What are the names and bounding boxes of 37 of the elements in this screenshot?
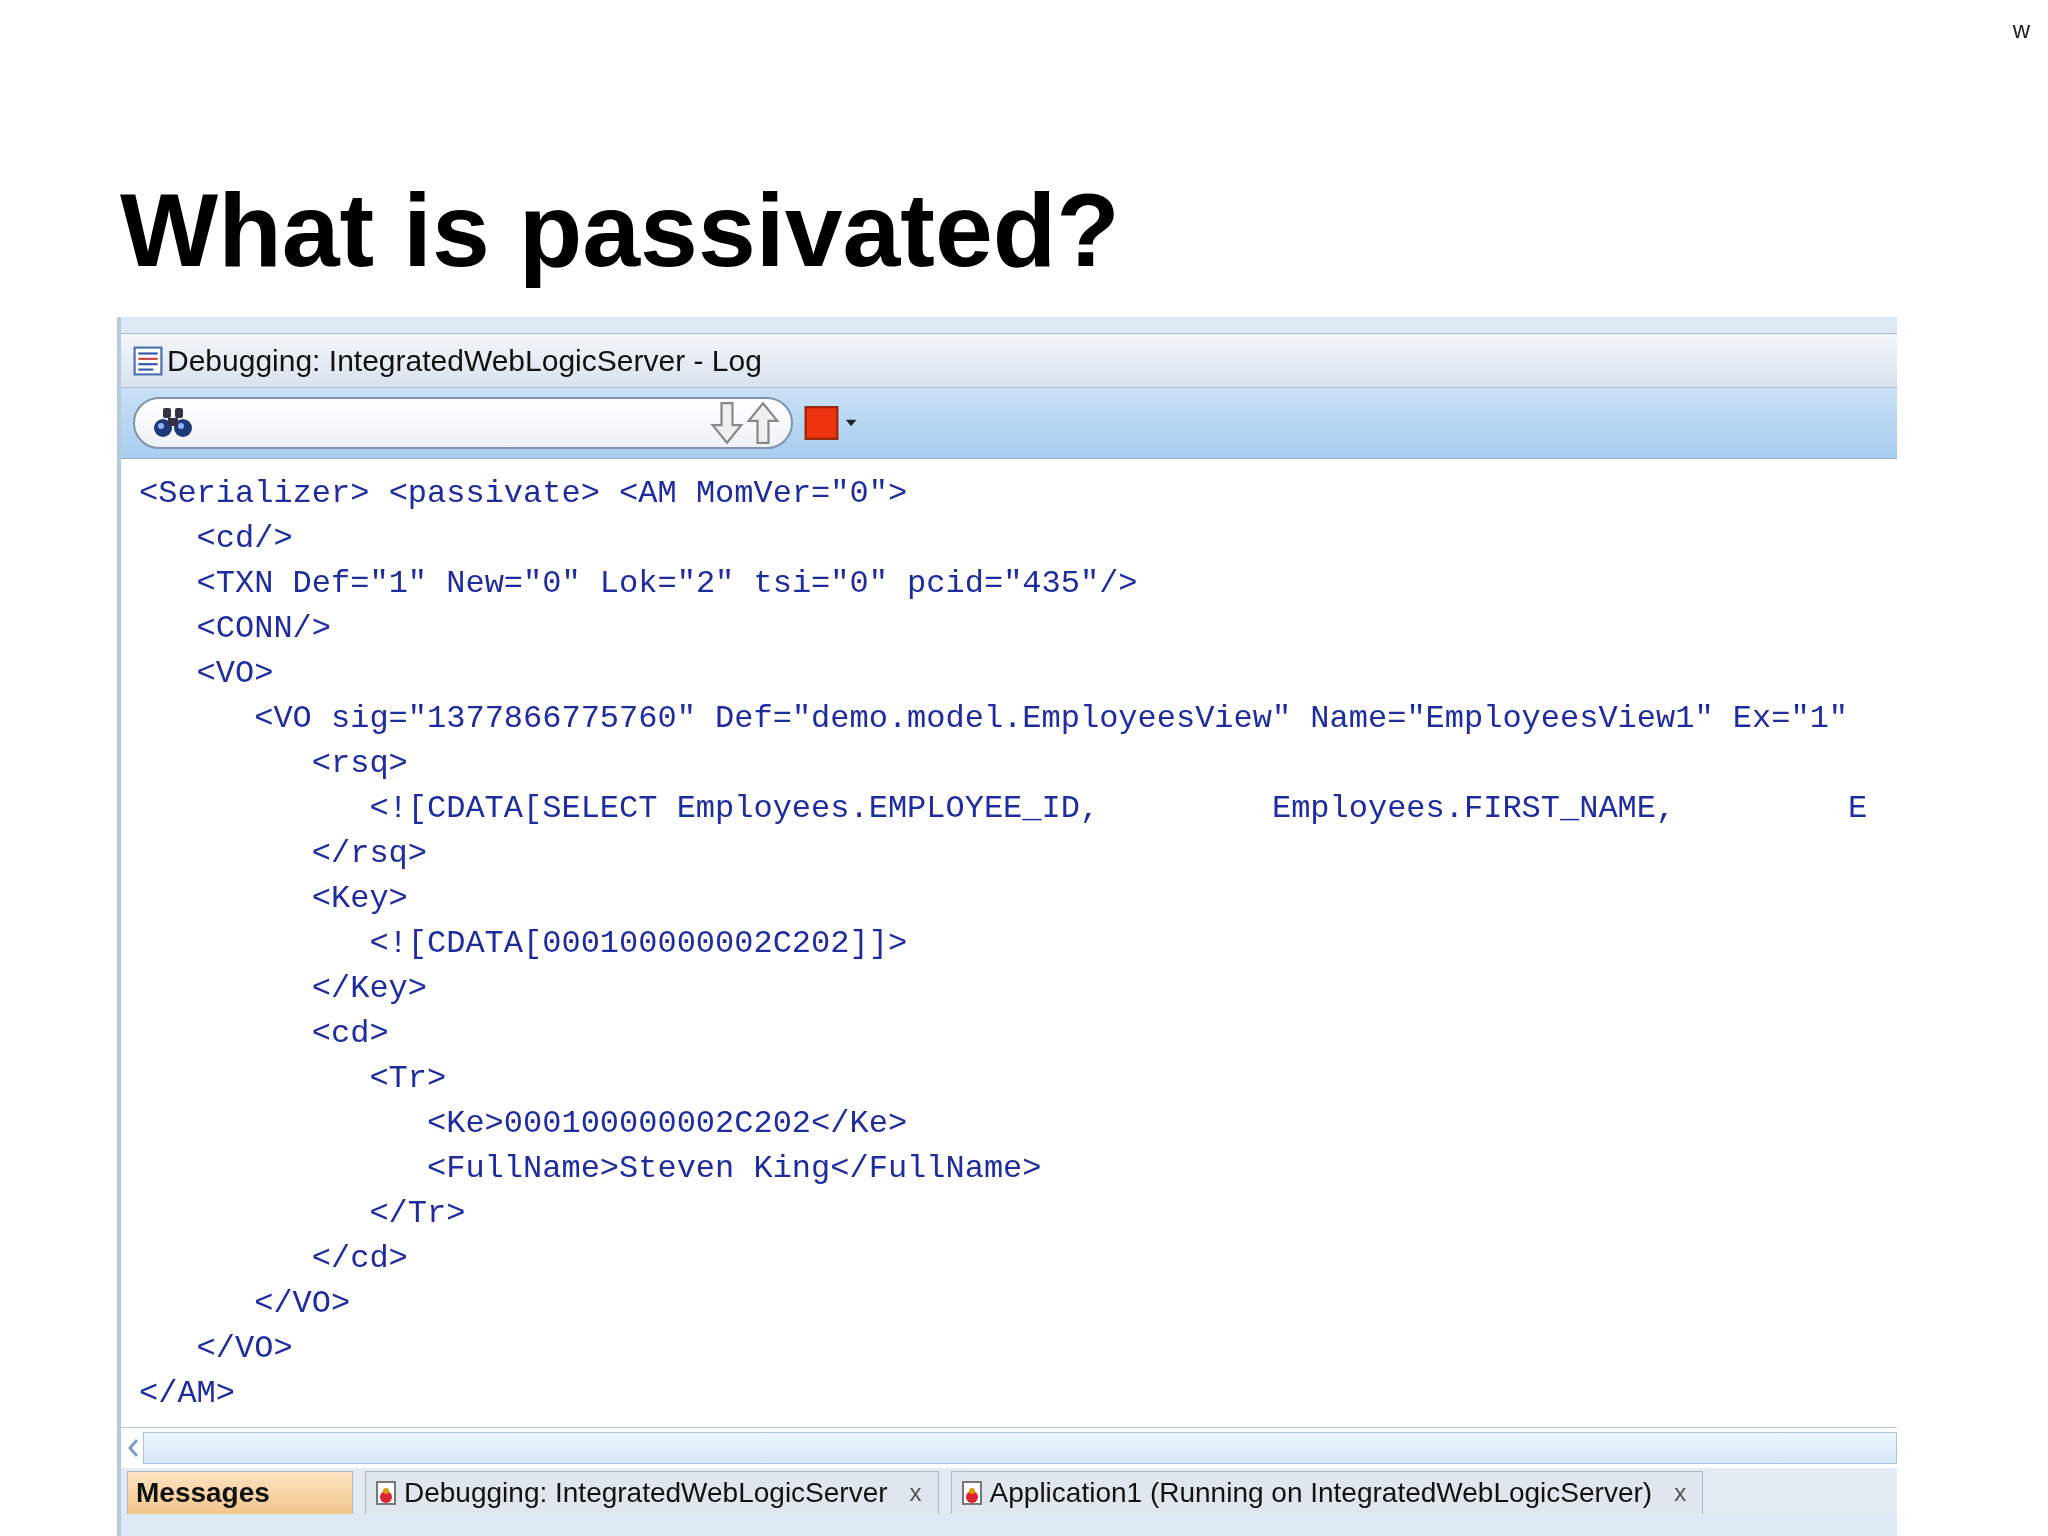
window-title: Debugging: IntegratedWebLogicServer - Log xyxy=(167,343,762,378)
code-line: </cd> xyxy=(311,1240,408,1277)
stop-button[interactable] xyxy=(803,405,859,441)
code-line: </VO> xyxy=(254,1285,351,1322)
horizontal-scrollbar[interactable] xyxy=(121,1427,1897,1468)
code-line: <cd/> xyxy=(196,520,293,557)
up-arrow-icon[interactable] xyxy=(745,401,781,445)
log-list-icon xyxy=(133,345,163,376)
binoculars-icon[interactable] xyxy=(153,406,193,440)
scroll-left-icon[interactable] xyxy=(127,1438,139,1458)
code-line: <![CDATA[000100000002C202]]> xyxy=(369,925,908,962)
code-line: <Ke>000100000002C202</Ke> xyxy=(427,1105,908,1142)
corner-mark: w xyxy=(2012,16,2030,44)
close-tab-button[interactable]: x xyxy=(1674,1479,1687,1507)
code-line: <cd> xyxy=(311,1015,389,1052)
panel-tab[interactable]: Debugging: IntegratedWebLogicServer x xyxy=(365,1471,939,1514)
panel-tab[interactable]: Messages xyxy=(127,1471,353,1514)
code-line: <Key> xyxy=(311,880,408,917)
code-line: <rsq> xyxy=(311,745,408,782)
code-line: <Tr> xyxy=(369,1060,447,1097)
code-line: <VO> xyxy=(196,655,274,692)
down-arrow-icon[interactable] xyxy=(709,401,745,445)
code-line: <![CDATA[SELECT Employees.EMPLOYEE_ID, Employees.FIRST_NAME, E xyxy=(369,790,1868,827)
code-line: <CONN/> xyxy=(196,610,331,647)
code-line: </rsq> xyxy=(311,835,427,872)
search-field[interactable] xyxy=(133,397,793,449)
slide-title: What is passivated? xyxy=(120,171,1120,290)
code-line: <VO sig="1377866775760" Def="demo.model.EmployeesView" Name="EmployeesView1" Ex="1" xyxy=(254,700,1849,737)
code-line: <TXN Def="1" New="0" Lok="2" tsi="0" pcid="435"/> xyxy=(196,565,1138,602)
code-line: <FullName>Steven King</FullName> xyxy=(427,1150,1042,1187)
close-tab-button[interactable]: x xyxy=(909,1479,922,1507)
code-line: </AM> xyxy=(139,1375,235,1412)
code-line: </VO> xyxy=(196,1330,293,1367)
code-line: </Key> xyxy=(311,970,427,1007)
code-line: <Serializer> <passivate> <AM MomVer="0"> xyxy=(139,475,908,512)
code-line: </Tr> xyxy=(369,1195,466,1232)
panel-tab[interactable]: Application1 (Running on IntegratedWebLogicServer) x xyxy=(950,1471,1704,1514)
